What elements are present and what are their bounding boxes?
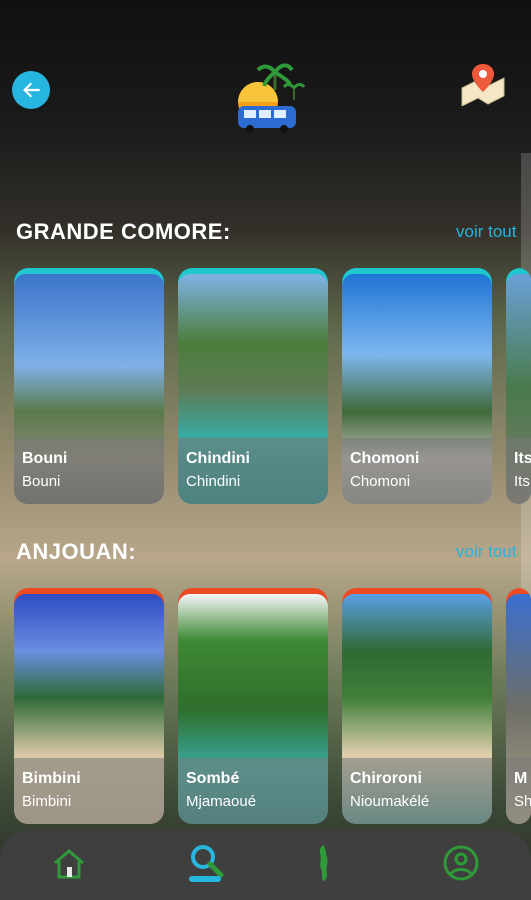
place-card[interactable]: Bouni Bouni bbox=[14, 268, 164, 504]
place-card[interactable]: Chiroroni Nioumakélé bbox=[342, 588, 492, 824]
place-subtitle: Mjamaoué bbox=[186, 793, 257, 810]
user-icon bbox=[443, 845, 479, 881]
place-name: Chiroroni bbox=[350, 770, 422, 787]
place-card[interactable]: Its Its bbox=[506, 268, 531, 504]
place-photo bbox=[178, 274, 328, 504]
place-photo bbox=[342, 594, 492, 824]
arrow-left-icon bbox=[23, 82, 40, 98]
place-name: Chindini bbox=[186, 450, 250, 467]
place-photo bbox=[506, 274, 531, 504]
bottom-nav bbox=[0, 830, 531, 900]
place-name: Chomoni bbox=[350, 450, 420, 467]
place-photo bbox=[14, 274, 164, 504]
nav-islands-button[interactable] bbox=[300, 840, 346, 886]
section-title-anjouan: ANJOUAN: bbox=[16, 539, 137, 564]
place-card[interactable]: Bimbini Bimbini bbox=[14, 588, 164, 824]
bus-palm-logo-icon bbox=[230, 58, 310, 136]
place-subtitle: Chindini bbox=[186, 473, 241, 490]
place-photo bbox=[342, 274, 492, 504]
island-map-icon bbox=[319, 845, 328, 881]
place-photo bbox=[178, 594, 328, 824]
home-icon bbox=[54, 849, 84, 879]
place-card[interactable]: Chindini Chindini bbox=[178, 268, 328, 504]
place-name: Its bbox=[514, 450, 531, 467]
map-pin-icon bbox=[461, 64, 505, 107]
place-name: Bouni bbox=[22, 450, 68, 467]
place-subtitle: Bimbini bbox=[22, 793, 72, 810]
back-button[interactable] bbox=[12, 71, 50, 109]
app-header bbox=[0, 0, 531, 170]
place-subtitle: Chomoni bbox=[350, 473, 411, 490]
place-name: M bbox=[514, 770, 528, 787]
place-name: Sombé bbox=[186, 770, 240, 787]
place-card[interactable]: Sombé Mjamaoué bbox=[178, 588, 328, 824]
section-title-grande-comore: GRANDE COMORE: bbox=[16, 219, 231, 244]
place-name: Bimbini bbox=[22, 770, 81, 787]
place-card[interactable]: M Sh bbox=[506, 588, 531, 824]
nav-profile-button[interactable] bbox=[438, 840, 484, 886]
place-photo bbox=[14, 594, 164, 824]
place-photo bbox=[506, 594, 531, 824]
see-all-grande-comore-link[interactable]: voir tout bbox=[456, 222, 516, 242]
place-subtitle: Sh bbox=[514, 793, 531, 810]
place-subtitle: Bouni bbox=[22, 473, 61, 490]
active-tab-indicator bbox=[189, 876, 221, 882]
map-button[interactable] bbox=[458, 60, 508, 107]
see-all-anjouan-link[interactable]: voir tout bbox=[456, 542, 516, 562]
place-subtitle: Nioumakélé bbox=[350, 793, 430, 810]
place-subtitle: Its bbox=[514, 473, 530, 490]
place-card[interactable]: Chomoni Chomoni bbox=[342, 268, 492, 504]
nav-home-button[interactable] bbox=[46, 840, 92, 886]
